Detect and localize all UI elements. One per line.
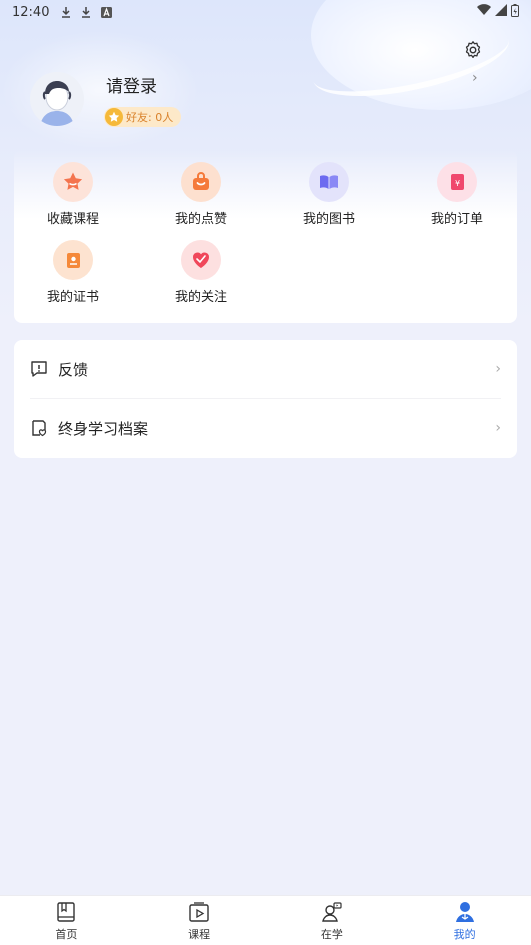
tab-mine[interactable]: 我的	[398, 896, 531, 945]
home-book-icon	[54, 900, 78, 924]
quick-item-label: 我的点赞	[174, 212, 227, 227]
book-icon	[309, 162, 349, 202]
tab-label: 在学	[320, 927, 343, 941]
menu-item-label: 终身学习档案	[58, 419, 149, 438]
wifi-icon	[477, 4, 491, 20]
tab-label: 课程	[188, 927, 211, 941]
tab-learning[interactable]: 在学	[266, 896, 399, 945]
quick-item-my-orders[interactable]: ¥ 我的订单	[398, 162, 516, 232]
quick-item-my-books[interactable]: 我的图书	[270, 162, 388, 232]
download-icon	[79, 5, 93, 19]
learning-user-icon	[320, 900, 344, 924]
quick-item-label: 我的订单	[430, 212, 483, 227]
course-play-icon	[187, 900, 211, 924]
like-bag-icon	[181, 162, 221, 202]
battery-icon	[511, 3, 519, 21]
tab-label: 首页	[55, 927, 78, 941]
menu-item-label: 反馈	[58, 360, 89, 379]
header-glow	[0, 30, 200, 150]
quick-item-my-certificates[interactable]: 我的证书	[14, 240, 132, 310]
chevron-right-icon: ›	[495, 361, 501, 377]
menu-item-feedback[interactable]: 反馈 ›	[14, 340, 517, 398]
certificate-icon	[53, 240, 93, 280]
profile-chevron-right-icon[interactable]: ›	[472, 70, 478, 86]
bottom-tab-bar: 首页 课程 在学 我的	[0, 895, 531, 945]
settings-gear-icon[interactable]	[462, 39, 484, 61]
login-prompt[interactable]: 请登录	[106, 72, 157, 97]
status-bar: 12:40	[0, 0, 531, 24]
quick-item-my-follows[interactable]: 我的关注	[142, 240, 260, 310]
tab-courses[interactable]: 课程	[133, 896, 266, 945]
feedback-icon	[30, 359, 50, 379]
friends-label: 好友: 0人	[126, 111, 174, 124]
svg-text:¥: ¥	[455, 179, 460, 188]
avatar[interactable]	[30, 72, 84, 126]
star-favorite-icon	[53, 162, 93, 202]
menu-item-learning-archive[interactable]: 终身学习档案 ›	[14, 399, 517, 457]
tab-home[interactable]: 首页	[0, 896, 133, 945]
signal-icon	[495, 4, 507, 20]
star-badge-icon	[105, 108, 123, 126]
archive-icon	[30, 418, 50, 438]
quick-item-favorite-courses[interactable]: 收藏课程	[14, 162, 132, 232]
order-icon: ¥	[437, 162, 477, 202]
chevron-right-icon: ›	[495, 420, 501, 436]
menu-list-card: 反馈 › 终身学习档案 ›	[14, 340, 517, 458]
heart-icon	[181, 240, 221, 280]
download-icon	[59, 5, 73, 19]
quick-item-label: 收藏课程	[46, 212, 99, 227]
tab-label: 我的	[453, 927, 476, 941]
keyboard-a-icon	[99, 5, 113, 19]
quick-item-label: 我的图书	[302, 212, 355, 227]
profile-icon	[453, 900, 477, 924]
status-time: 12:40	[12, 4, 50, 20]
quick-item-my-likes[interactable]: 我的点赞	[142, 162, 260, 232]
friends-count-badge[interactable]: 好友: 0人	[104, 107, 182, 127]
quick-item-label: 我的证书	[46, 290, 99, 305]
quick-item-label: 我的关注	[174, 290, 227, 305]
